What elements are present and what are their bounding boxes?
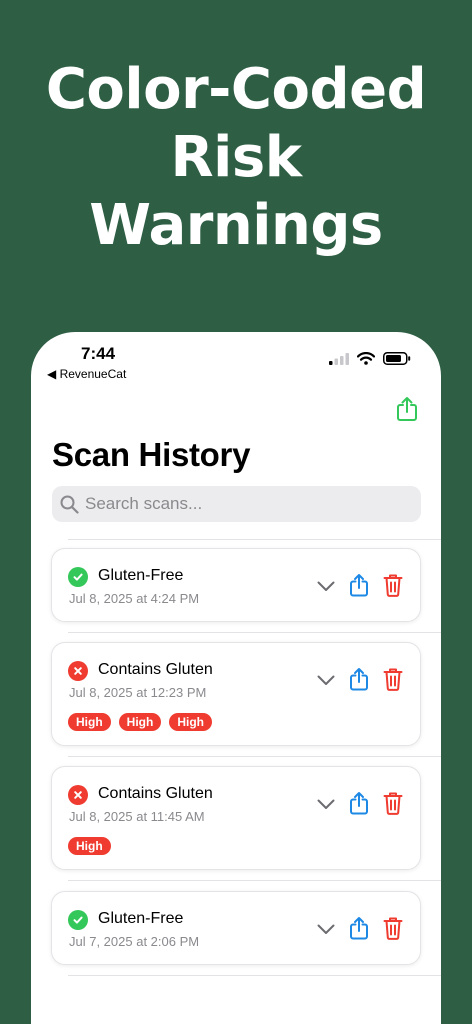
scan-card[interactable]: Gluten-Free Jul 8, 2025 at 4:24 PM	[51, 548, 421, 622]
share-button[interactable]	[349, 573, 369, 602]
promo-headline-line-1: Color-Coded	[45, 57, 427, 122]
list-divider	[68, 632, 441, 633]
scan-date: Jul 7, 2025 at 2:06 PM	[69, 934, 200, 949]
risk-badge: High	[68, 713, 111, 731]
trash-icon	[383, 792, 403, 815]
chevron-down-icon	[317, 924, 335, 934]
x-circle-icon	[68, 785, 88, 805]
chevron-down-icon	[317, 799, 335, 809]
promo-headline: Color-Coded Risk Warnings	[0, 56, 472, 260]
promo-headline-line-2: Risk	[170, 125, 302, 190]
scan-date: Jul 8, 2025 at 4:24 PM	[69, 591, 200, 606]
expand-button[interactable]	[317, 922, 335, 940]
card-actions	[317, 573, 403, 602]
scan-date: Jul 8, 2025 at 11:45 AM	[69, 809, 205, 824]
chevron-down-icon	[317, 675, 335, 685]
expand-button[interactable]	[317, 579, 335, 597]
expand-button[interactable]	[317, 673, 335, 691]
scan-card[interactable]: Contains Gluten Jul 8, 2025 at 11:45 AM …	[51, 766, 421, 870]
delete-button[interactable]	[383, 667, 403, 696]
share-icon	[350, 792, 368, 815]
wifi-icon	[357, 352, 375, 365]
page-title: Scan History	[52, 436, 251, 473]
scan-result-title: Gluten-Free	[98, 910, 184, 927]
trash-icon	[383, 574, 403, 597]
share-button[interactable]	[349, 667, 369, 696]
trash-icon	[383, 668, 403, 691]
share-button[interactable]	[349, 916, 369, 945]
scan-result-title: Contains Gluten	[98, 785, 213, 802]
scan-date: Jul 8, 2025 at 12:23 PM	[69, 685, 207, 700]
delete-button[interactable]	[383, 573, 403, 602]
checkmark-circle-icon	[68, 567, 88, 587]
delete-button[interactable]	[383, 916, 403, 945]
expand-button[interactable]	[317, 797, 335, 815]
chevron-down-icon	[317, 581, 335, 591]
delete-button[interactable]	[383, 791, 403, 820]
share-icon	[350, 668, 368, 691]
risk-badge: High	[169, 713, 213, 731]
share-icon	[350, 917, 368, 940]
scan-result-title: Contains Gluten	[98, 661, 213, 678]
scan-card[interactable]: Contains Gluten Jul 8, 2025 at 12:23 PM …	[51, 642, 421, 746]
risk-badges: High	[68, 837, 111, 855]
status-icons	[329, 352, 411, 365]
scan-result-title: Gluten-Free	[98, 567, 184, 584]
risk-badge: High	[118, 713, 162, 731]
trash-icon	[383, 917, 403, 940]
list-divider	[68, 756, 441, 757]
list-divider	[68, 539, 441, 540]
promo-headline-line-3: Warnings	[89, 193, 383, 258]
card-actions	[317, 791, 403, 820]
search-input[interactable]	[85, 494, 405, 514]
share-icon	[350, 574, 368, 597]
back-to-app-link[interactable]: ◀ RevenueCat	[47, 367, 126, 381]
x-circle-icon	[68, 661, 88, 681]
export-share-icon[interactable]	[395, 396, 419, 422]
cellular-signal-icon	[329, 352, 349, 365]
share-button[interactable]	[349, 791, 369, 820]
battery-icon	[383, 352, 411, 365]
list-divider	[68, 975, 441, 976]
scan-card[interactable]: Gluten-Free Jul 7, 2025 at 2:06 PM	[51, 891, 421, 965]
search-icon	[60, 495, 79, 514]
card-actions	[317, 916, 403, 945]
risk-badges: High High High	[68, 713, 213, 731]
checkmark-circle-icon	[68, 910, 88, 930]
card-actions	[317, 667, 403, 696]
status-time: 7:44	[81, 344, 116, 363]
phone-screen: 7:44 ◀ RevenueCat Scan History Search sc…	[31, 332, 441, 1024]
risk-badge: High	[68, 837, 111, 855]
list-divider	[68, 880, 441, 881]
search-bar[interactable]	[52, 486, 421, 522]
